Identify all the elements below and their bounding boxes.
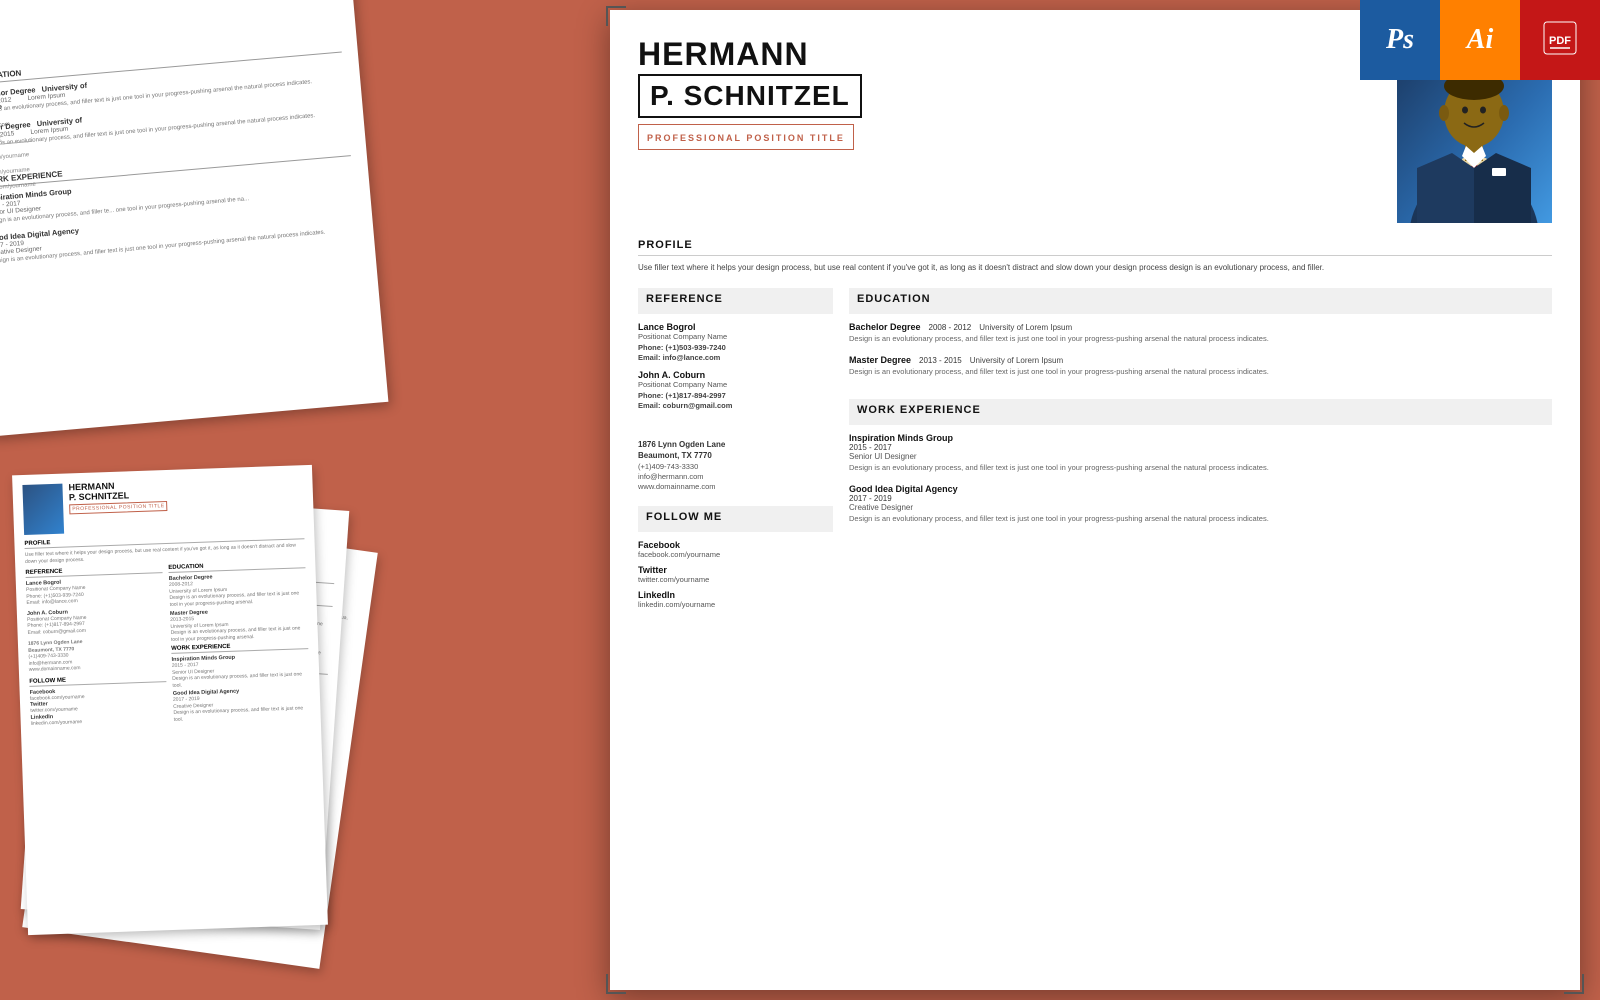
follow-facebook: Facebook facebook.com/yourname (638, 540, 833, 559)
paper-top: EDUCATION Bachelor Degree University of … (0, 0, 388, 437)
follow-me-header: FOLLOW ME (646, 511, 825, 527)
work-entry-1: Inspiration Minds Group 2015 - 2017 Seni… (849, 433, 1552, 474)
edu-entry-2: Master Degree 2013 - 2015 University of … (849, 355, 1552, 378)
education-header: EDUCATION (857, 293, 1544, 309)
ai-label: Ai (1467, 24, 1493, 56)
resume-title-box: PROFESSIONAL POSITION TITLE (638, 124, 854, 150)
resume-frame: HERMANN P. SCHNITZEL PROFESSIONAL POSITI… (610, 10, 1580, 990)
follow-linkedin: LinkedIn linkedin.com/yourname (638, 590, 833, 609)
work-entry-2: Good Idea Digital Agency 2017 - 2019 Cre… (849, 484, 1552, 525)
work-experience-header: WORK EXPERIENCE (857, 404, 1544, 420)
reference-header: REFERENCE (646, 293, 825, 309)
mini-resume-front: HERMANNP. SCHNITZEL PROFESSIONAL POSITIO… (12, 465, 328, 935)
pdf-button[interactable]: PDF (1520, 0, 1600, 80)
right-column: EDUCATION Bachelor Degree 2008 - 2012 Un… (849, 288, 1552, 990)
follow-me-section: FOLLOW ME Facebook facebook.com/yourname… (638, 506, 833, 615)
resume-title: PROFESSIONAL POSITION TITLE (647, 133, 845, 143)
toolbar: Ps Ai PDF (1360, 0, 1600, 80)
left-column: REFERENCE Lance Bogrol Positionat Compan… (638, 288, 833, 990)
corner-bracket-bl (606, 974, 626, 994)
work-experience-section: WORK EXPERIENCE Inspiration Minds Group … (849, 399, 1552, 534)
resume-content: HERMANN P. SCHNITZEL PROFESSIONAL POSITI… (610, 10, 1580, 990)
reference-section: REFERENCE Lance Bogrol Positionat Compan… (638, 288, 833, 418)
ref-person-2: John A. Coburn Positionat Company Name P… (638, 370, 833, 410)
resume-first-name: HERMANN (638, 38, 1377, 70)
profile-section: PROFILE Use filler text where it helps y… (638, 239, 1552, 274)
corner-bracket-tl (606, 6, 626, 26)
paper-stack: HERMANNP. SCHNITZEL PROFESSIONAL POSITIO… (20, 450, 360, 970)
svg-text:PDF: PDF (1549, 35, 1571, 47)
education-section: EDUCATION Bachelor Degree 2008 - 2012 Un… (849, 288, 1552, 387)
resume-last-name-box: P. SCHNITZEL (638, 74, 862, 118)
contact-section: 1876 Lynn Ogden Lane Beaumont, TX 7770 (… (638, 440, 833, 492)
follow-twitter: Twitter twitter.com/yourname (638, 565, 833, 584)
profile-header: PROFILE (638, 239, 1552, 256)
pdf-label: PDF (1542, 20, 1578, 61)
photoshop-button[interactable]: Ps (1360, 0, 1440, 80)
ps-label: Ps (1386, 24, 1414, 56)
main-resume-area: HERMANN P. SCHNITZEL PROFESSIONAL POSITI… (590, 0, 1600, 1000)
corner-bracket-br (1564, 974, 1584, 994)
resume-last-name: P. SCHNITZEL (650, 80, 850, 111)
resume-name-block: HERMANN P. SCHNITZEL PROFESSIONAL POSITI… (638, 38, 1397, 223)
illustrator-button[interactable]: Ai (1440, 0, 1520, 80)
edu-entry-1: Bachelor Degree 2008 - 2012 University o… (849, 322, 1552, 345)
ref-person-1: Lance Bogrol Positionat Company Name Pho… (638, 322, 833, 362)
profile-text: Use filler text where it helps your desi… (638, 262, 1552, 274)
resume-body: REFERENCE Lance Bogrol Positionat Compan… (638, 288, 1552, 990)
left-paper-area: EDUCATION Bachelor Degree University of … (0, 0, 590, 1000)
